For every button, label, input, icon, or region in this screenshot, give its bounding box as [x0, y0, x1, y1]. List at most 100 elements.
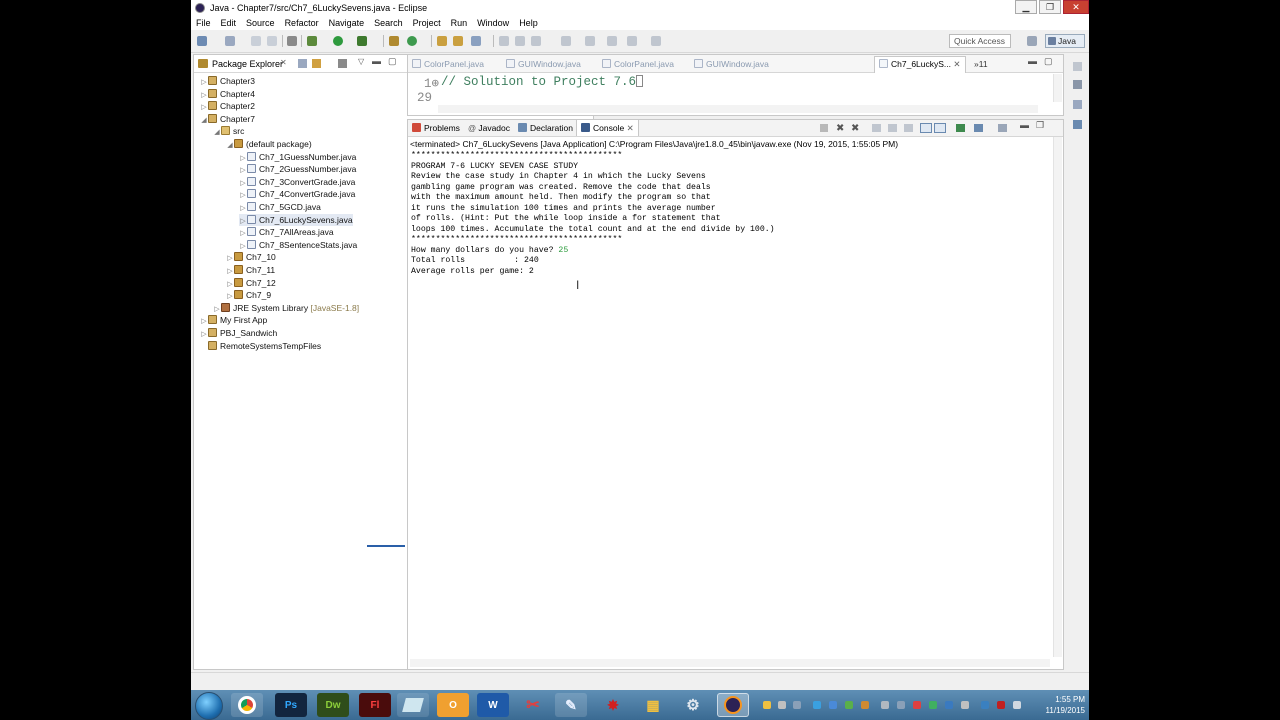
forward-icon[interactable]	[651, 36, 661, 46]
display-selected-console-icon[interactable]	[974, 124, 983, 132]
tray-icon[interactable]	[997, 701, 1005, 709]
pin-console-icon[interactable]	[956, 124, 965, 132]
taskbar-app-photoshop[interactable]: Ps	[275, 693, 307, 717]
tray-icon[interactable]	[929, 701, 937, 709]
menu-help[interactable]: Help	[519, 18, 538, 28]
tree-item-selected[interactable]: ▷ Ch7_6LuckySevens.java	[239, 213, 353, 226]
clear-console-icon[interactable]	[872, 124, 881, 132]
minimize-view-icon[interactable]: ▬	[1028, 56, 1037, 66]
taskbar-app-gear[interactable]: ⚙	[677, 693, 709, 717]
tree-item[interactable]: ▷ My First App	[200, 314, 267, 326]
link-with-editor-icon[interactable]	[312, 59, 321, 68]
tree-item[interactable]: ▷ Chapter2	[200, 100, 255, 112]
menu-file[interactable]: File	[196, 18, 211, 28]
close-icon[interactable]: ✕	[627, 123, 634, 133]
terminate-icon[interactable]	[820, 124, 828, 132]
taskbar-app-eclipse[interactable]	[717, 693, 749, 717]
taskbar-app-word[interactable]: W	[477, 693, 509, 717]
tray-icon[interactable]	[813, 701, 821, 709]
annotation-next-icon[interactable]	[561, 36, 571, 46]
back-icon[interactable]	[627, 36, 637, 46]
debug-icon[interactable]	[307, 36, 317, 46]
search-icon[interactable]	[471, 36, 481, 46]
tray-icon[interactable]	[981, 701, 989, 709]
taskbar-app-splat[interactable]: ✸	[597, 693, 629, 717]
editor-tab[interactable]: ColorPanel.java	[412, 59, 484, 69]
tree-item[interactable]: ▷ Ch7_11	[226, 264, 275, 276]
toggle-mark-occurrences-icon[interactable]	[499, 36, 509, 46]
taskbar-app-snipping-tool[interactable]: ✂	[517, 693, 549, 717]
system-clock[interactable]: 1:55 PM 11/19/2015	[1046, 694, 1085, 716]
tree-item[interactable]: ◢ Chapter7	[200, 113, 255, 125]
tray-icon[interactable]	[829, 701, 837, 709]
show-on-stderr-icon[interactable]	[934, 123, 946, 133]
restore-icon[interactable]	[1073, 62, 1082, 71]
horizontal-scrollbar[interactable]	[438, 105, 1038, 113]
start-button[interactable]	[195, 692, 223, 720]
console-output[interactable]: ****************************************…	[411, 151, 775, 277]
network-icon[interactable]	[1013, 701, 1021, 709]
code-line[interactable]: // Solution to Project 7.6	[441, 75, 644, 89]
minimize-view-icon[interactable]: ▬	[1020, 120, 1029, 130]
restore-view-icon[interactable]: ❐	[1036, 120, 1044, 131]
menu-navigate[interactable]: Navigate	[329, 18, 365, 28]
taskbar-app-dreamweaver[interactable]: Dw	[317, 693, 349, 717]
tab-declaration[interactable]: Declaration	[518, 123, 573, 133]
print-icon[interactable]	[267, 36, 277, 46]
taskbar-app-chrome[interactable]	[231, 693, 263, 717]
minimize-view-icon[interactable]: ▬	[372, 56, 381, 66]
tray-icon[interactable]	[778, 701, 786, 709]
editor-tab[interactable]: GUIWindow.java	[506, 59, 581, 69]
tree-item[interactable]: RemoteSystemsTempFiles	[200, 340, 321, 352]
tree-item[interactable]: ▷ Chapter3	[200, 75, 255, 87]
tray-icon[interactable]	[945, 701, 953, 709]
menu-window[interactable]: Window	[477, 18, 509, 28]
horizontal-scrollbar[interactable]	[410, 659, 1050, 667]
taskbar-app-flash[interactable]: Fl	[359, 693, 391, 717]
open-perspective-icon[interactable]	[1027, 36, 1037, 46]
tree-item[interactable]: ▷ Chapter4	[200, 88, 255, 100]
close-icon[interactable]: ✕	[280, 58, 287, 67]
save-icon[interactable]	[225, 36, 235, 46]
tray-icon[interactable]	[793, 701, 801, 709]
tray-icon[interactable]	[897, 701, 905, 709]
tree-item[interactable]: ▷ Ch7_5GCD.java	[239, 201, 321, 213]
maximize-button[interactable]: ❐	[1039, 0, 1061, 14]
editor-tab[interactable]: ColorPanel.java	[602, 59, 674, 69]
tree-item[interactable]: ▷ Ch7_2GuessNumber.java	[239, 163, 356, 175]
open-task-icon[interactable]	[453, 36, 463, 46]
taskbar-app-outlook[interactable]: O	[437, 693, 469, 717]
folded-code-marker[interactable]	[636, 75, 644, 87]
volume-icon[interactable]	[961, 701, 969, 709]
tab-overflow-button[interactable]: »11	[974, 59, 988, 69]
vertical-scrollbar[interactable]	[1053, 137, 1062, 657]
tree-item[interactable]: ▷ Ch7_4ConvertGrade.java	[239, 188, 355, 200]
toggle-block-selection-icon[interactable]	[515, 36, 525, 46]
new-java-project-icon[interactable]	[389, 36, 399, 46]
remove-launch-icon[interactable]: ✖	[836, 123, 844, 134]
new-icon[interactable]	[197, 36, 207, 46]
collapse-all-icon[interactable]	[298, 59, 307, 68]
quick-access-input[interactable]: Quick Access	[949, 34, 1011, 48]
tree-item[interactable]: ▷ JRE System Library [JavaSE-1.8]	[213, 302, 359, 314]
taskbar-app-grid[interactable]: ▦	[637, 693, 669, 717]
taskbar-app-pen-tool[interactable]: ✎	[555, 693, 587, 717]
close-icon[interactable]: ✕	[953, 59, 960, 69]
external-tools-icon[interactable]	[357, 36, 367, 46]
tree-item[interactable]: ▷ PBJ_Sandwich	[200, 327, 277, 339]
tree-item[interactable]: ◢ (default package)	[226, 138, 312, 150]
tab-javadoc[interactable]: @ Javadoc	[468, 123, 510, 133]
menu-refactor[interactable]: Refactor	[285, 18, 319, 28]
scroll-lock-icon[interactable]	[888, 124, 897, 132]
outline-icon[interactable]	[1073, 100, 1082, 109]
save-all-icon[interactable]	[251, 36, 261, 46]
focus-icon[interactable]	[338, 59, 347, 68]
tab-console[interactable]: Console ✕	[576, 120, 639, 136]
open-type-icon[interactable]	[437, 36, 447, 46]
new-class-icon[interactable]	[407, 36, 417, 46]
remove-all-terminated-icon[interactable]: ✖	[851, 123, 859, 134]
run-icon[interactable]	[333, 36, 343, 46]
tray-icon[interactable]	[763, 701, 771, 709]
menu-source[interactable]: Source	[246, 18, 275, 28]
menu-project[interactable]: Project	[413, 18, 441, 28]
